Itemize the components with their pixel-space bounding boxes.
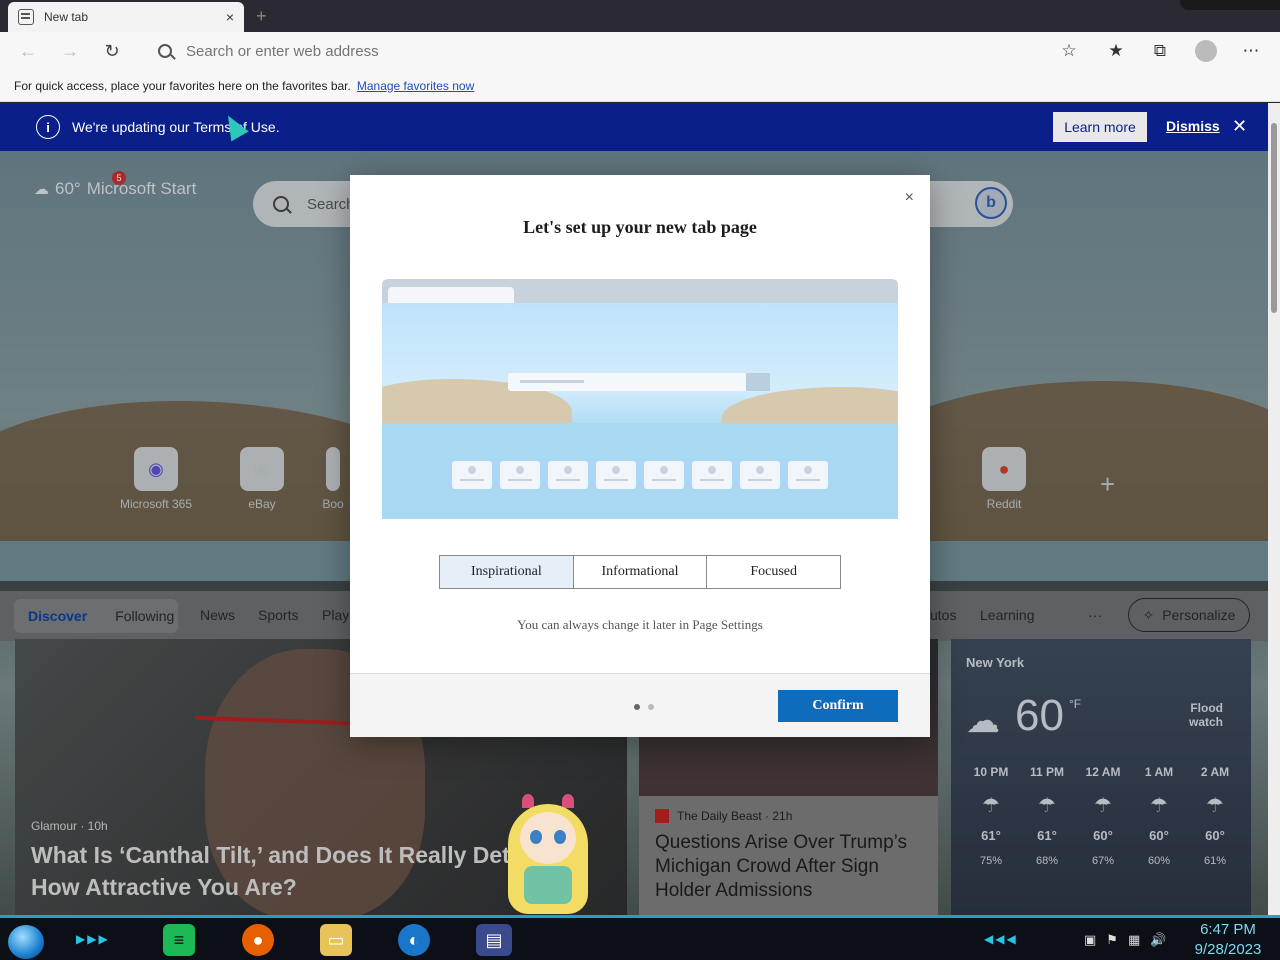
spotify-icon[interactable]: ≡ [163,924,195,956]
preview-tile [788,461,828,489]
option-inspirational[interactable]: Inspirational [440,556,574,588]
taskbar-decoration: ▶▶▶ [76,932,110,946]
sticker-part [524,866,572,904]
tab-close-icon[interactable]: × [226,9,234,25]
back-icon[interactable]: ← [14,37,42,65]
collections-icon[interactable]: ⧉ [1149,40,1171,62]
cartoon-character-sticker [500,790,596,916]
tab-strip: New tab × + [0,0,1280,32]
window-controls [1180,0,1280,10]
terms-banner: i We're updating our Terms of Use. Learn… [0,103,1268,151]
system-clock[interactable]: 6:47 PM 9/28/2023 [1186,920,1270,960]
dismiss-link[interactable]: Dismiss [1166,118,1220,134]
network-icon[interactable]: ▦ [1128,932,1140,948]
sticker-part [554,830,566,844]
setup-dialog: × Let's set up your new tab page Inspira… [350,175,930,737]
browser-window-icon[interactable]: ▤ [476,924,512,956]
manage-favorites-link[interactable]: Manage favorites now [357,79,474,93]
tray-app-icon[interactable]: ▣ [1084,932,1096,948]
tab-title: New tab [44,10,89,24]
learn-more-button[interactable]: Learn more [1053,112,1147,142]
start-button[interactable] [8,925,44,959]
taskbar: ▶▶▶ ≡ ● ▭ ◐ ▤ ◀◀◀ ▣ ⚑ ▦ 🔊 6:47 PM 9/28/2… [0,915,1280,960]
favorites-message: For quick access, place your favorites h… [14,78,351,93]
taskbar-decoration: ◀◀◀ [984,932,1018,946]
new-tab-icon [18,9,34,25]
firefox-icon[interactable]: ● [242,924,274,956]
clock-date: 9/28/2023 [1194,941,1262,958]
flag-icon[interactable]: ⚑ [1106,932,1118,948]
scrollbar-thumb[interactable] [1271,123,1277,313]
more-options-icon[interactable]: ⋯ [1240,40,1262,62]
refresh-icon[interactable]: ↻ [98,37,126,65]
forward-icon[interactable]: → [56,37,84,65]
volume-icon[interactable]: 🔊 [1150,932,1166,948]
file-explorer-icon[interactable]: ▭ [320,924,352,956]
profile-avatar[interactable] [1195,40,1217,62]
dialog-title: Let's set up your new tab page [523,217,757,237]
search-icon [158,44,172,58]
favorites-icon[interactable]: ★ [1105,40,1127,62]
preview-tile [548,461,588,489]
system-tray: ▣ ⚑ ▦ 🔊 [1084,932,1166,948]
step-dot [648,704,654,710]
info-icon: i [36,115,60,139]
preview-tile [644,461,684,489]
close-icon[interactable]: ✕ [1232,116,1247,137]
add-favorite-icon[interactable]: ☆ [1058,40,1080,62]
banner-message: We're updating our Terms of Use. [72,119,280,135]
step-indicator [634,704,654,710]
preview-tile [740,461,780,489]
address-input[interactable] [186,42,986,60]
step-dot [634,704,640,710]
dialog-footer: Confirm [350,673,930,737]
page-scrollbar[interactable] [1268,103,1280,915]
preview-tiles [452,461,828,489]
preview-searchbar [508,373,770,391]
preview-background [382,303,898,519]
option-focused[interactable]: Focused [707,556,840,588]
preview-tile [500,461,540,489]
sticker-part [520,812,576,864]
preview-tile [692,461,732,489]
option-informational[interactable]: Informational [574,556,708,588]
favorites-bar: For quick access, place your favorites h… [0,70,1280,102]
preview-tile [452,461,492,489]
sticker-part [562,794,574,808]
clock-time: 6:47 PM [1200,921,1256,938]
preview-tile [596,461,636,489]
layout-preview [382,279,898,519]
browser-toolbar: ← → ↻ ☆ ★ ⧉ ⋯ [0,32,1280,70]
edge-icon[interactable]: ◐ [398,924,430,956]
dialog-hint: You can always change it later in Page S… [517,617,763,632]
new-tab-plus-icon[interactable]: + [256,6,267,27]
confirm-button[interactable]: Confirm [778,690,898,722]
tab-new-tab[interactable]: New tab × [8,2,244,32]
sticker-part [530,830,542,844]
layout-option-group: Inspirational Informational Focused [439,555,841,589]
address-bar[interactable] [146,36,1090,66]
dialog-close-icon[interactable]: × [905,189,914,207]
